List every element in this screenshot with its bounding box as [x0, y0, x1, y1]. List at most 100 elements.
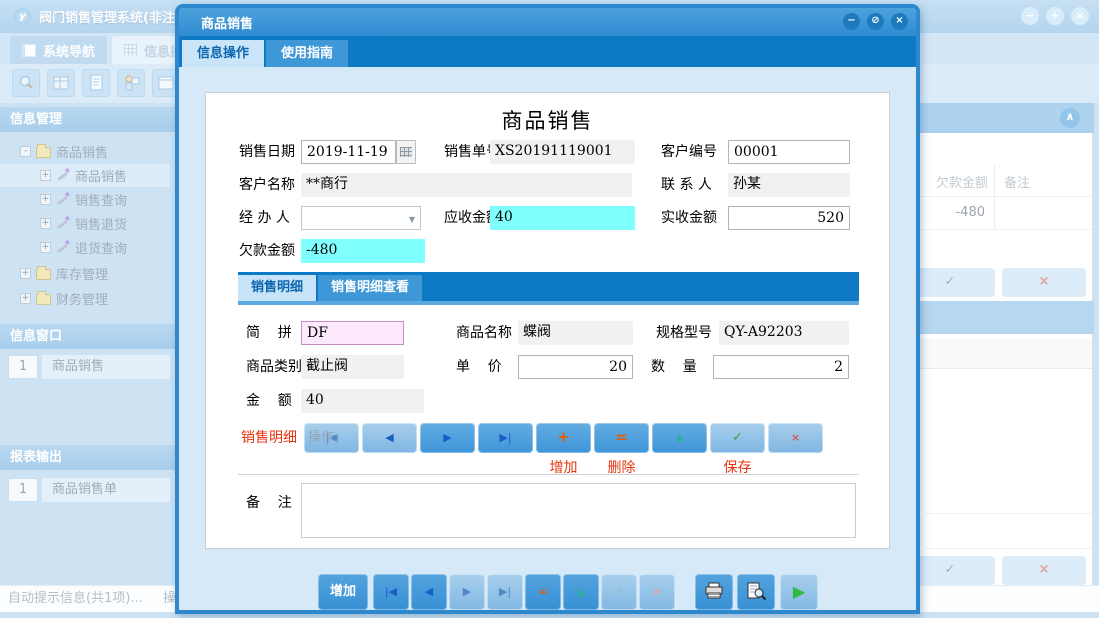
magnifier-icon: [17, 74, 35, 92]
detail-delete-button[interactable]: =: [594, 423, 649, 453]
dialog-close-button[interactable]: ×: [891, 13, 908, 30]
customer-no-input[interactable]: 00001: [728, 140, 850, 164]
unit-price-input[interactable]: 20: [518, 355, 633, 379]
calendar-button[interactable]: [396, 140, 416, 164]
tree-expand-icon[interactable]: +: [40, 218, 51, 229]
add-caption: 增加: [536, 457, 591, 477]
main-minimize-button[interactable]: −: [1021, 7, 1039, 25]
detail-tab-bar: 销售明细 销售明细查看: [238, 272, 859, 301]
tree-expand-icon[interactable]: +: [20, 268, 31, 279]
tree-expand-icon[interactable]: +: [40, 242, 51, 253]
calendar-icon: [400, 147, 412, 157]
dialog-tab-bar: 信息操作 使用指南: [179, 36, 916, 67]
folder-icon: [36, 269, 51, 280]
tree-expand-icon[interactable]: +: [40, 170, 51, 181]
main-window-title: 阀门销售管理系统(非注: [39, 7, 175, 26]
dialog-minimize-button[interactable]: −: [843, 13, 860, 30]
quantity-input[interactable]: 2: [713, 355, 849, 379]
tab-sales-detail-view[interactable]: 销售明细查看: [318, 275, 422, 301]
tree-node-inventory-folder[interactable]: + 库存管理: [0, 262, 170, 285]
wand-icon: [56, 241, 70, 255]
remark-textarea[interactable]: [301, 483, 856, 538]
tree-item-return-query[interactable]: + 退货查询: [0, 236, 170, 259]
tab-info-operation[interactable]: 信息操作: [182, 40, 264, 67]
detail-prev-button[interactable]: ◀: [362, 423, 417, 453]
run-button[interactable]: ▶: [780, 574, 818, 610]
document-icon: [88, 74, 104, 92]
toolbar-collapse-button[interactable]: ▲: [563, 574, 599, 610]
tree-item-sales-return[interactable]: + 销售退货: [0, 212, 170, 235]
wand-icon: [56, 169, 70, 183]
tree-expand-icon[interactable]: +: [40, 194, 51, 205]
toolbar-save-button[interactable]: ✓: [601, 574, 637, 610]
tree-expand-icon[interactable]: +: [20, 293, 31, 304]
user-button[interactable]: [117, 69, 145, 97]
category-field: 截止阀: [301, 355, 404, 379]
arrears-field[interactable]: -480: [301, 239, 425, 263]
quantity-label: 数 量: [651, 355, 697, 379]
dialog-titlebar[interactable]: 商品销售 − ⊘ ×: [179, 8, 916, 36]
search-button[interactable]: [12, 69, 40, 97]
document-button[interactable]: [82, 69, 110, 97]
info-window-row[interactable]: 1 商品销售: [0, 354, 176, 380]
tree-node-sales-folder[interactable]: - 商品销售: [0, 140, 170, 163]
received-input[interactable]: 520: [728, 206, 850, 230]
tab-system-nav[interactable]: 系统导航: [10, 36, 107, 64]
tab-user-guide[interactable]: 使用指南: [266, 40, 348, 67]
pinyin-input[interactable]: DF: [301, 321, 404, 345]
operator-select[interactable]: ▼: [301, 206, 421, 230]
dialog-body: 商品销售 销售日期 2019-11-19 销售单号 XS20191119001 …: [179, 67, 916, 610]
grid-icon: [124, 44, 137, 56]
print-button[interactable]: [695, 574, 733, 610]
table-button[interactable]: [47, 69, 75, 97]
dialog-title: 商品销售: [201, 13, 253, 32]
arrears-label: 欠款金额: [239, 239, 295, 263]
amount-field: 40: [301, 389, 424, 413]
tab-sales-detail[interactable]: 销售明细: [238, 275, 316, 301]
section-header-info-mgmt: 信息管理: [0, 107, 176, 132]
tree-collapse-icon[interactable]: -: [20, 146, 31, 157]
cancel-button[interactable]: ×: [1002, 268, 1086, 297]
category-label: 商品类别: [246, 355, 302, 379]
operator-label: 经 办 人: [239, 206, 290, 230]
detail-last-button[interactable]: ▶|: [478, 423, 533, 453]
amount-label: 金 额: [246, 389, 292, 413]
cell-arrears-value: -480: [930, 205, 985, 220]
report-output-row[interactable]: 1 商品销售单: [0, 477, 176, 503]
main-close-button[interactable]: ×: [1071, 7, 1089, 25]
product-sales-dialog: 商品销售 − ⊘ × 信息操作 使用指南 商品销售 销售日期 2019-11-1…: [175, 4, 920, 614]
dialog-restore-button[interactable]: ⊘: [867, 13, 884, 30]
toolbar-next-button[interactable]: ▶: [449, 574, 485, 610]
table-icon: [52, 75, 70, 91]
tree-item-product-sales[interactable]: + 商品销售: [0, 164, 170, 187]
pinyin-label: 简 拼: [246, 321, 292, 345]
row-label: 商品销售单: [42, 478, 170, 502]
print-preview-button[interactable]: [737, 574, 775, 610]
chevron-up-icon[interactable]: ∧: [1060, 108, 1080, 128]
detail-add-button[interactable]: +: [536, 423, 591, 453]
remark-label: 备 注: [246, 491, 292, 515]
form-title: 商品销售: [206, 105, 889, 135]
sale-date-input[interactable]: 2019-11-19: [301, 140, 396, 164]
detail-next-button[interactable]: ▶: [420, 423, 475, 453]
cancel-button-2[interactable]: ×: [1002, 556, 1086, 585]
detail-save-button[interactable]: ✓: [710, 423, 765, 453]
toolbar-delete-button[interactable]: =: [525, 574, 561, 610]
toolbar-prev-button[interactable]: ◀: [411, 574, 447, 610]
folder-icon: [36, 294, 51, 305]
toolbar-cancel-button[interactable]: ×: [639, 574, 675, 610]
product-name-field: 蝶阀: [518, 321, 633, 345]
toolbar-first-button[interactable]: |◀: [373, 574, 409, 610]
main-maximize-button[interactable]: +: [1046, 7, 1064, 25]
row-label: 商品销售: [42, 355, 170, 379]
print-preview-icon: [745, 582, 767, 601]
detail-cancel-button[interactable]: ×: [768, 423, 823, 453]
tree-item-sales-query[interactable]: + 销售查询: [0, 188, 170, 211]
toolbar-last-button[interactable]: ▶|: [487, 574, 523, 610]
unit-price-label: 单 价: [456, 355, 502, 379]
sale-no-field: XS20191119001: [490, 140, 635, 164]
toolbar-add-button[interactable]: 增加: [318, 574, 368, 610]
tree-node-finance-folder[interactable]: + 财务管理: [0, 287, 170, 310]
receivable-field[interactable]: 40: [490, 206, 635, 230]
detail-collapse-button[interactable]: ▲: [652, 423, 707, 453]
